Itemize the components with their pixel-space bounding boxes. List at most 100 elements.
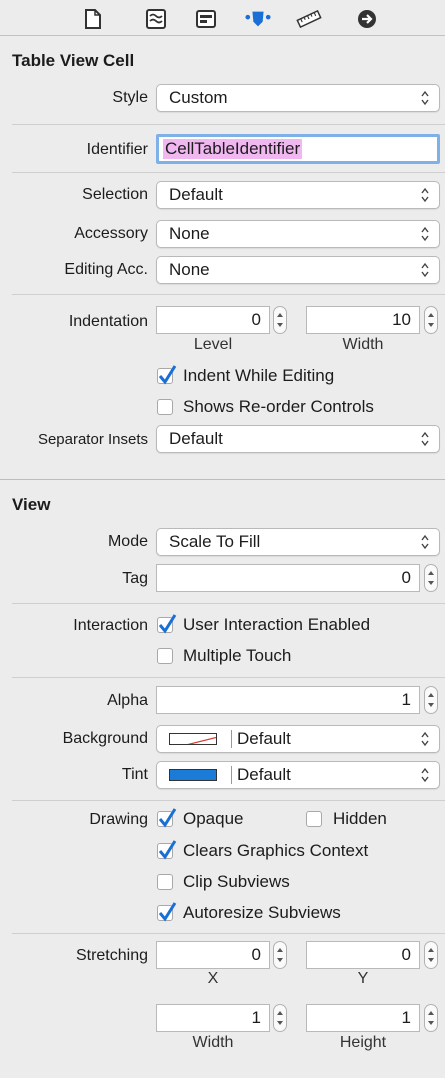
stretch-height-stepper[interactable] <box>424 1004 438 1032</box>
separator-insets-select[interactable]: Default <box>156 425 440 453</box>
mode-label: Mode <box>107 533 148 550</box>
height-caption: Height <box>339 1034 387 1051</box>
autoresize-checkbox[interactable] <box>157 902 177 922</box>
chevron-updown-icon <box>421 226 429 242</box>
mode-value: Scale To Fill <box>169 532 261 551</box>
tint-label: Tint <box>121 766 148 783</box>
divider <box>12 677 445 678</box>
accessory-select[interactable]: None <box>156 220 440 248</box>
swatch-separator <box>231 766 232 784</box>
indentation-label: Indentation <box>68 313 148 330</box>
indentation-width-field[interactable]: 10 <box>306 306 420 334</box>
selection-label: Selection <box>82 186 148 203</box>
clip-subviews-label: Clip Subviews <box>183 872 290 891</box>
checkmark-icon <box>158 614 177 634</box>
editing-acc-value: None <box>169 260 210 279</box>
inspector-toolbar <box>0 0 445 36</box>
checkmark-icon <box>158 902 177 922</box>
hidden-checkbox[interactable] <box>306 811 322 827</box>
opaque-checkbox[interactable] <box>157 808 177 828</box>
chevron-updown-icon <box>421 534 429 550</box>
shows-reorder-checkbox[interactable] <box>157 399 173 415</box>
hidden-label: Hidden <box>333 809 387 828</box>
stretch-height-field[interactable]: 1 <box>306 1004 420 1032</box>
quick-help-icon[interactable] <box>143 6 169 32</box>
style-value: Custom <box>169 88 228 107</box>
indentation-level-field[interactable]: 0 <box>156 306 270 334</box>
selection-select[interactable]: Default <box>156 181 440 209</box>
chevron-updown-icon <box>421 187 429 203</box>
section-divider <box>0 479 445 480</box>
chevron-updown-icon <box>421 767 429 783</box>
identity-icon[interactable] <box>193 6 219 32</box>
selection-value: Default <box>169 185 223 204</box>
stretch-width-value: 1 <box>251 1008 261 1027</box>
width-caption: Width <box>192 1034 234 1051</box>
identifier-input[interactable]: CellTableIdentifier <box>156 134 440 164</box>
divider <box>12 800 445 801</box>
checkmark-icon <box>158 840 177 860</box>
stretch-x-stepper[interactable] <box>273 941 287 969</box>
multiple-touch-label: Multiple Touch <box>183 646 292 665</box>
width-caption: Width <box>342 336 384 353</box>
user-interaction-checkbox[interactable] <box>157 614 177 634</box>
indentation-width-value: 10 <box>392 310 411 329</box>
divider <box>12 294 445 295</box>
clip-subviews-checkbox[interactable] <box>157 874 173 890</box>
tag-stepper[interactable] <box>424 564 438 592</box>
style-label: Style <box>112 89 148 106</box>
background-value: Default <box>237 729 291 748</box>
indentation-width-stepper[interactable] <box>424 306 438 334</box>
alpha-stepper[interactable] <box>424 686 438 714</box>
stretch-width-stepper[interactable] <box>273 1004 287 1032</box>
checkmark-icon <box>158 365 177 385</box>
x-caption: X <box>207 970 219 987</box>
clears-graphics-checkbox[interactable] <box>157 840 177 860</box>
mode-select[interactable]: Scale To Fill <box>156 528 440 556</box>
chevron-updown-icon <box>421 431 429 447</box>
indent-while-editing-label: Indent While Editing <box>183 366 335 385</box>
editing-acc-label: Editing Acc. <box>64 261 148 278</box>
chevron-updown-icon <box>421 90 429 106</box>
tint-value: Default <box>237 765 291 784</box>
multiple-touch-checkbox[interactable] <box>157 648 173 664</box>
tag-label: Tag <box>122 570 148 587</box>
stretching-label: Stretching <box>75 947 148 964</box>
connections-arrow-icon[interactable] <box>354 6 380 32</box>
stretch-x-field[interactable]: 0 <box>156 941 270 969</box>
divider <box>12 172 445 173</box>
indent-while-editing-checkbox[interactable] <box>157 365 177 385</box>
size-ruler-icon[interactable] <box>296 6 322 32</box>
stretch-height-value: 1 <box>401 1008 411 1027</box>
stretch-y-value: 0 <box>401 945 411 964</box>
tint-select[interactable]: Default <box>156 761 440 789</box>
opaque-label: Opaque <box>183 809 244 828</box>
editing-acc-select[interactable]: None <box>156 256 440 284</box>
accessory-label: Accessory <box>74 225 148 242</box>
file-icon[interactable] <box>80 6 106 32</box>
background-select[interactable]: Default <box>156 725 440 753</box>
checkmark-icon <box>158 808 177 828</box>
indentation-level-stepper[interactable] <box>273 306 287 334</box>
section-title-table-view-cell: Table View Cell <box>12 51 135 70</box>
stretch-y-stepper[interactable] <box>424 941 438 969</box>
accessory-value: None <box>169 224 210 243</box>
background-label: Background <box>62 730 148 747</box>
attributes-icon[interactable] <box>245 6 271 32</box>
drawing-label: Drawing <box>89 811 148 828</box>
clears-graphics-label: Clears Graphics Context <box>183 841 369 860</box>
alpha-label: Alpha <box>107 692 148 709</box>
tag-field[interactable]: 0 <box>156 564 420 592</box>
indentation-level-value: 0 <box>251 310 261 329</box>
style-select[interactable]: Custom <box>156 84 440 112</box>
y-caption: Y <box>357 970 369 987</box>
stretch-y-field[interactable]: 0 <box>306 941 420 969</box>
tag-value: 0 <box>401 568 411 587</box>
interaction-label: Interaction <box>73 617 148 634</box>
divider <box>12 933 445 934</box>
alpha-field[interactable]: 1 <box>156 686 420 714</box>
chevron-updown-icon <box>421 731 429 747</box>
user-interaction-label: User Interaction Enabled <box>183 615 371 634</box>
stretch-width-field[interactable]: 1 <box>156 1004 270 1032</box>
separator-insets-label: Separator Insets <box>37 431 148 448</box>
